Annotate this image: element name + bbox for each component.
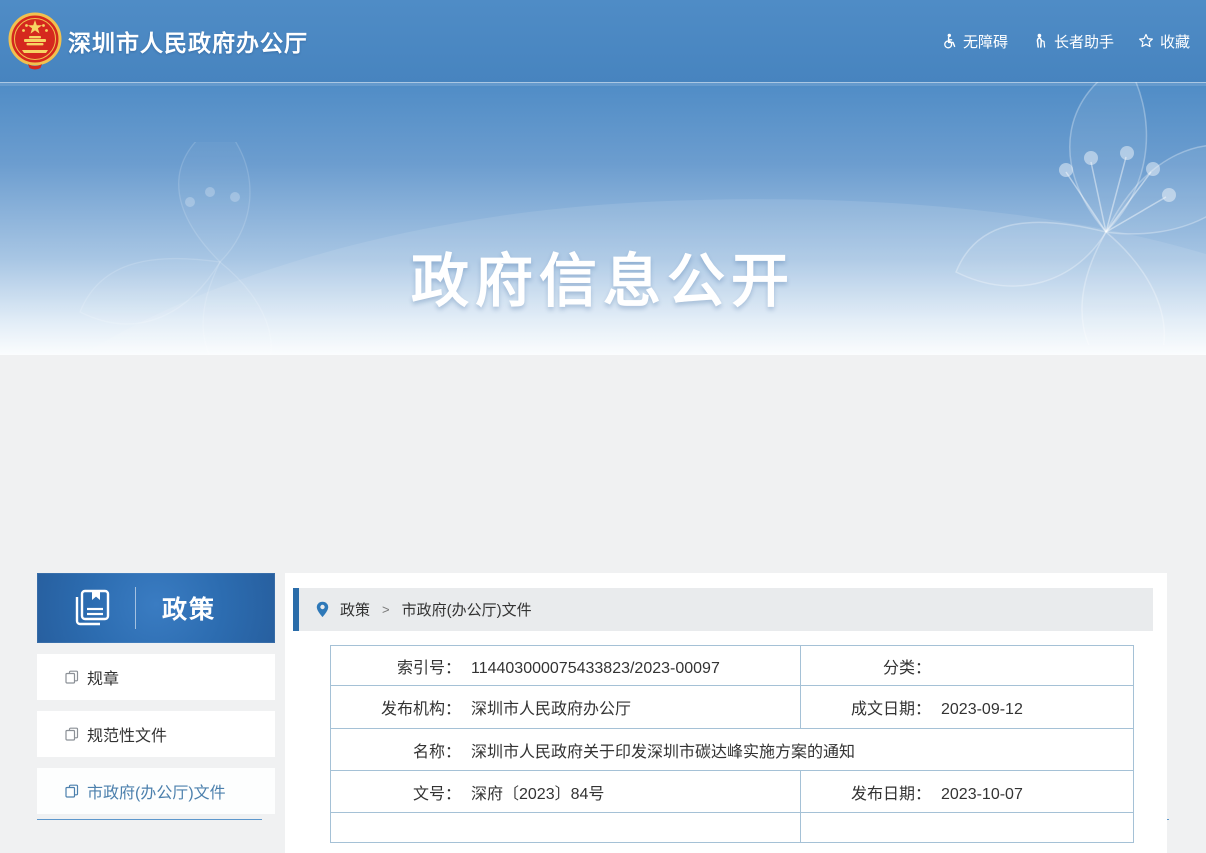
site-title: 深圳市人民政府办公厅 (68, 24, 308, 58)
table-row (331, 813, 1134, 843)
page-title: 政府信息公开 (0, 234, 1206, 318)
breadcrumb-item-current: 市政府(办公厅)文件 (402, 599, 532, 620)
written-date-cell: 成文日期： 2023-09-12 (801, 686, 1134, 729)
search-section (0, 355, 1206, 573)
wheelchair-icon (941, 33, 957, 49)
table-row: 文号： 深府〔2023〕84号 发布日期： 2023-10-07 (331, 771, 1134, 813)
elder-helper-link[interactable]: 长者助手 (1032, 31, 1114, 52)
document-icon (65, 670, 79, 684)
publish-date-label: 发布日期： (801, 780, 931, 804)
elder-icon (1032, 33, 1048, 49)
sidebar-item-label: 规范性文件 (87, 722, 167, 746)
location-pin-icon (315, 601, 330, 618)
empty-cell (331, 813, 801, 843)
document-name-label: 名称： (331, 738, 461, 762)
category-label: 分类： (801, 654, 931, 678)
index-number-label: 索引号： (331, 654, 461, 678)
sidebar-header-divider (135, 587, 136, 629)
index-number-cell: 索引号： 114403000075433823/2023-00097 (331, 646, 801, 686)
breadcrumb: 政策 > 市政府(办公厅)文件 (293, 588, 1153, 631)
policy-sidebar: 政策 规章 规范性文件 市政府(办公厅)文件 (37, 573, 275, 814)
book-icon (69, 587, 113, 629)
national-emblem-icon (8, 12, 62, 70)
written-date-value: 2023-09-12 (941, 701, 1023, 718)
top-header-bar: 深圳市人民政府办公厅 无障碍 长者助手 收藏 (0, 0, 1206, 82)
table-row: 名称： 深圳市人民政府关于印发深圳市碳达峰实施方案的通知 (331, 729, 1134, 771)
issuing-agency-label: 发布机构： (331, 695, 461, 719)
document-number-label: 文号： (331, 780, 461, 804)
issuing-agency-cell: 发布机构： 深圳市人民政府办公厅 (331, 686, 801, 729)
breadcrumb-accent-bar (293, 588, 299, 631)
document-meta-table: 索引号： 114403000075433823/2023-00097 分类： 发布… (330, 645, 1134, 843)
sidebar-header: 政策 (37, 573, 275, 643)
sidebar-item-label: 规章 (87, 665, 119, 689)
breadcrumb-separator: > (382, 602, 390, 617)
written-date-label: 成文日期： (801, 695, 931, 719)
document-number-cell: 文号： 深府〔2023〕84号 (331, 771, 801, 813)
table-row: 发布机构： 深圳市人民政府办公厅 成文日期： 2023-09-12 (331, 686, 1134, 729)
star-icon (1138, 33, 1154, 49)
breadcrumb-item-policy[interactable]: 政策 (340, 599, 370, 620)
sidebar-header-label: 政策 (162, 590, 216, 626)
main-content-card: 政策 > 市政府(办公厅)文件 索引号： 114403000075433823/2… (285, 573, 1167, 853)
sidebar-item-normative-documents[interactable]: 规范性文件 (37, 711, 275, 757)
document-icon (65, 784, 79, 798)
accessibility-label: 无障碍 (963, 31, 1008, 52)
decorative-line-left (37, 819, 262, 820)
publish-date-cell: 发布日期： 2023-10-07 (801, 771, 1134, 813)
publish-date-value: 2023-10-07 (941, 786, 1023, 803)
document-icon (65, 727, 79, 741)
issuing-agency-value: 深圳市人民政府办公厅 (471, 701, 631, 718)
sidebar-item-regulations[interactable]: 规章 (37, 654, 275, 700)
elder-helper-label: 长者助手 (1054, 31, 1114, 52)
site-logo[interactable]: 深圳市人民政府办公厅 (8, 12, 308, 70)
category-cell: 分类： (801, 646, 1134, 686)
sidebar-item-municipal-documents[interactable]: 市政府(办公厅)文件 (37, 768, 275, 814)
empty-cell (801, 813, 1134, 843)
sidebar-item-label: 市政府(办公厅)文件 (87, 779, 226, 803)
page-banner: 政府信息公开 (0, 82, 1206, 355)
favorite-link[interactable]: 收藏 (1138, 31, 1190, 52)
table-row: 索引号： 114403000075433823/2023-00097 分类： (331, 646, 1134, 686)
document-number-value: 深府〔2023〕84号 (471, 786, 604, 803)
favorite-label: 收藏 (1160, 31, 1190, 52)
topbar-links: 无障碍 长者助手 收藏 (941, 0, 1190, 82)
document-name-value: 深圳市人民政府关于印发深圳市碳达峰实施方案的通知 (471, 744, 855, 761)
accessibility-link[interactable]: 无障碍 (941, 31, 1008, 52)
document-name-cell: 名称： 深圳市人民政府关于印发深圳市碳达峰实施方案的通知 (331, 729, 1134, 771)
index-number-value: 114403000075433823/2023-00097 (471, 660, 720, 677)
